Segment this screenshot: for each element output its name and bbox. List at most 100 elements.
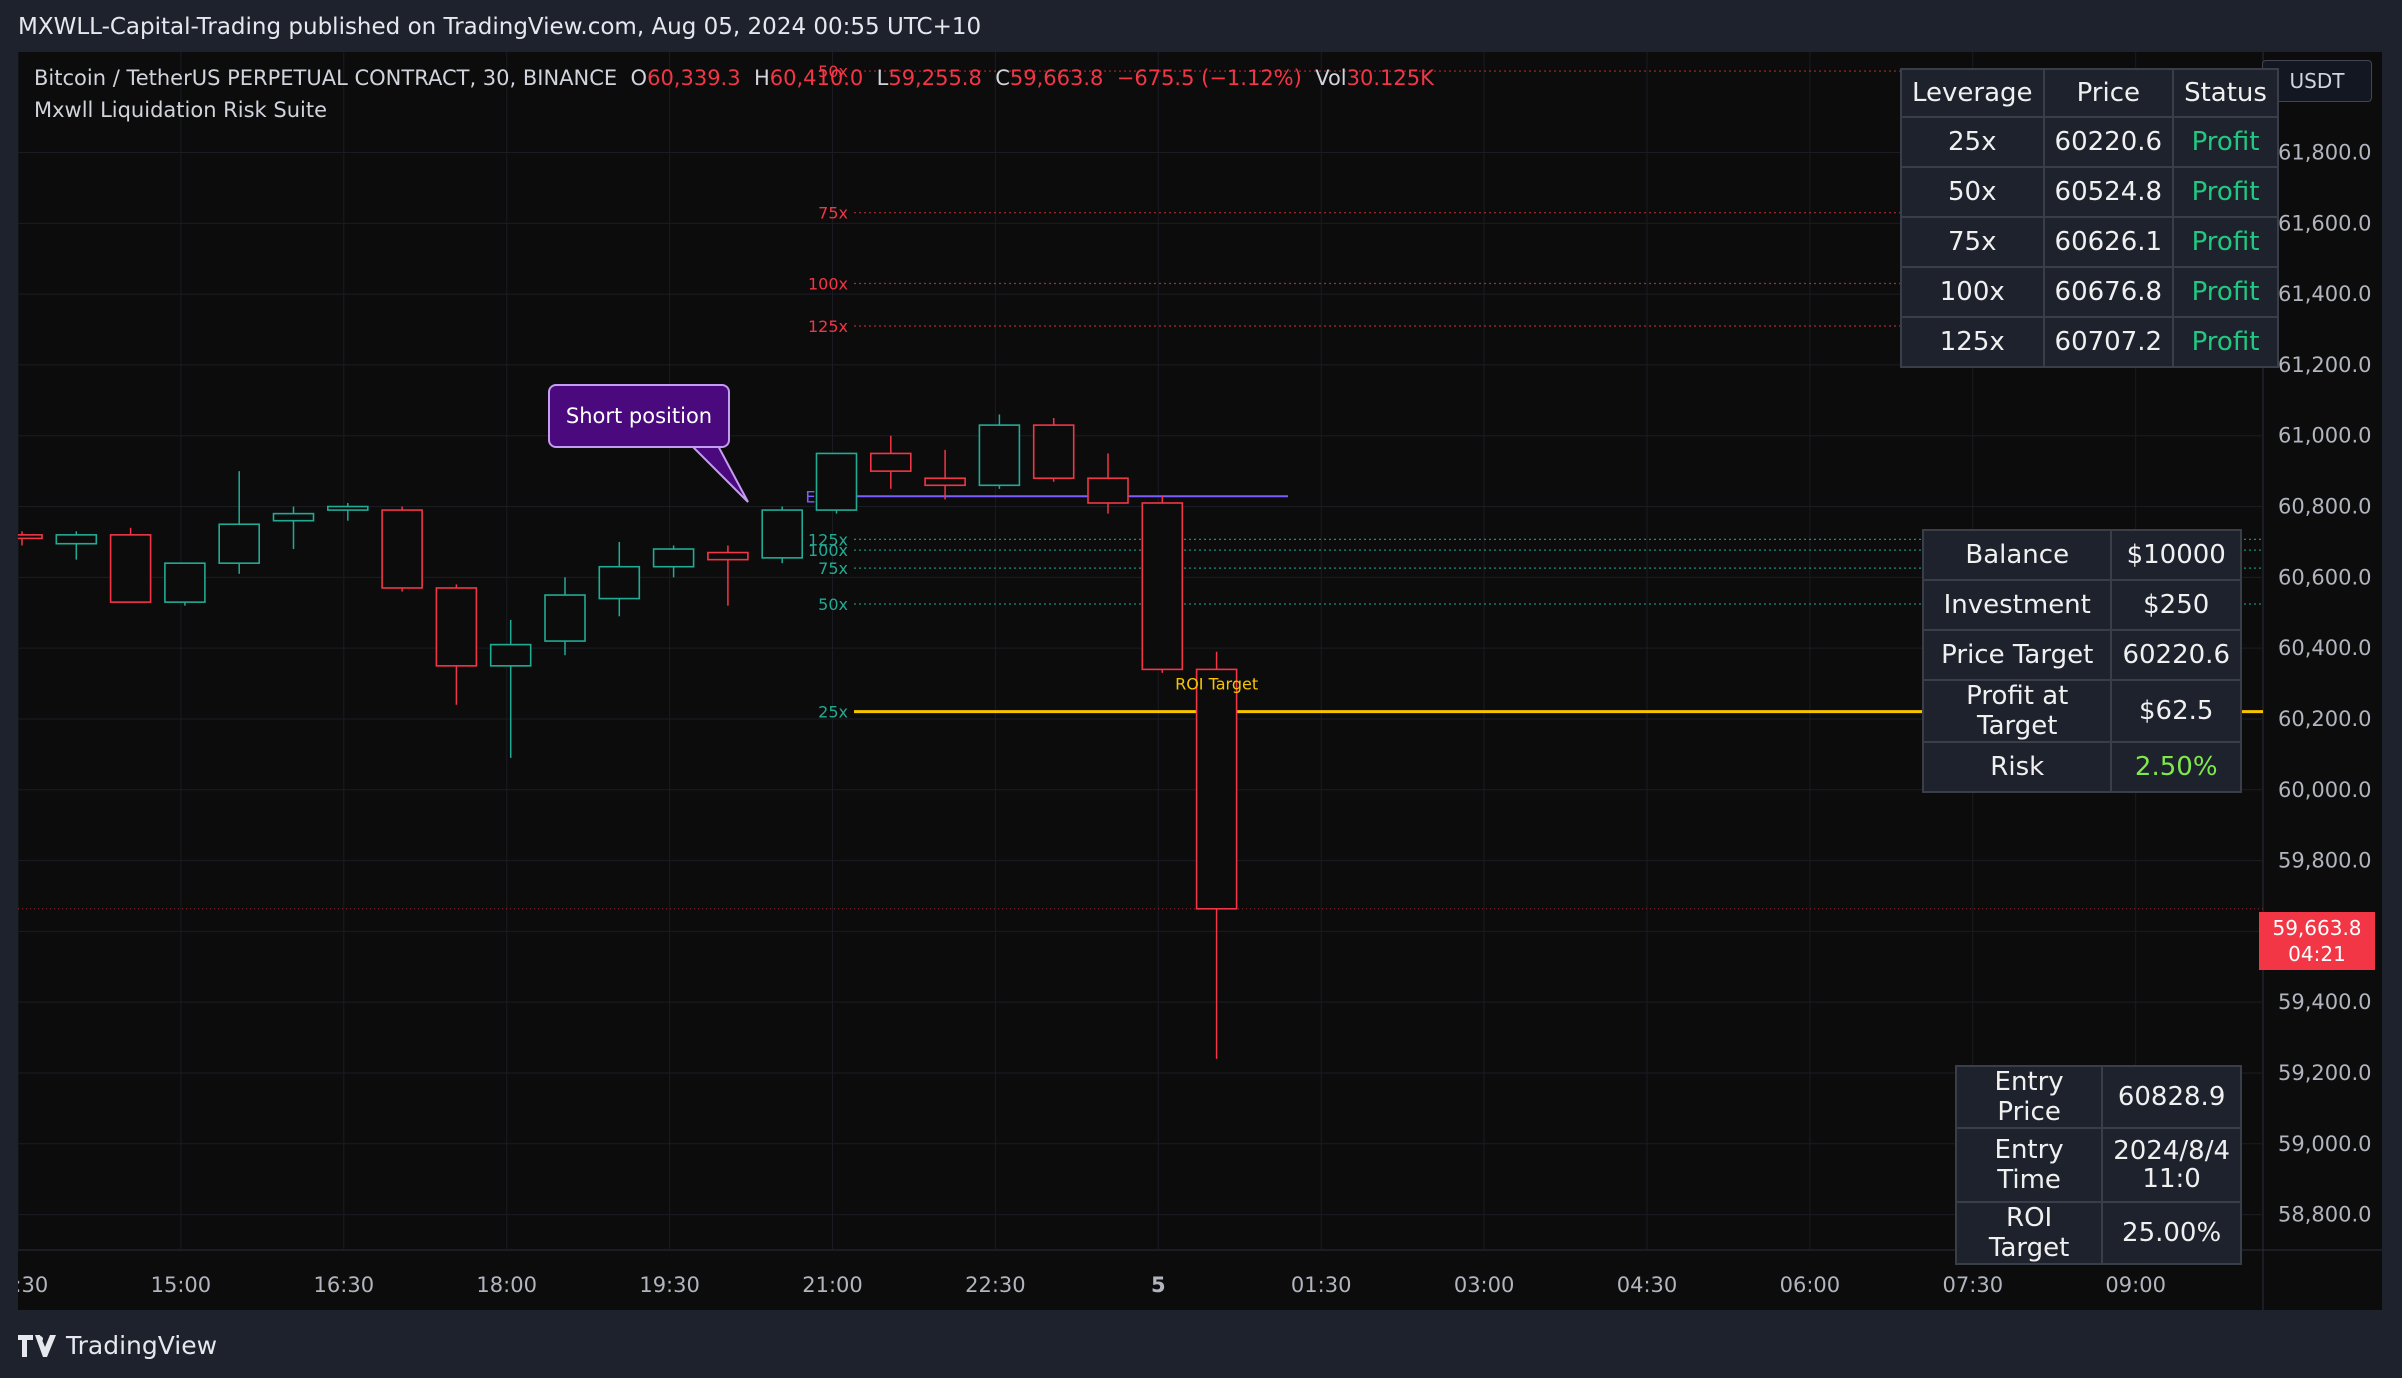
- x-tick-label: 04:30: [1617, 1273, 1678, 1297]
- price-target-label: Price Target: [1921, 629, 2113, 681]
- table-row: Profit at Target $62.5: [1921, 679, 2242, 743]
- candle-body: [544, 594, 586, 642]
- table-row: 25x 60220.6 Profit: [1900, 116, 2279, 168]
- status-cell: Profit: [2172, 266, 2279, 318]
- candle-body: [18, 534, 43, 540]
- x-tick-label: 01:30: [1291, 1273, 1352, 1297]
- profit-at-target-label: Profit at Target: [1921, 679, 2113, 743]
- publish-line: MXWLL-Capital-Trading published on Tradi…: [18, 14, 982, 40]
- close-label: C: [995, 66, 1010, 90]
- risk-value: 2.50%: [2110, 741, 2242, 793]
- x-tick-label: 06:00: [1780, 1273, 1841, 1297]
- candle-body: [1087, 477, 1129, 504]
- x-tick-label: 15:00: [151, 1273, 212, 1297]
- short-liquidation-label: 100x: [808, 274, 848, 293]
- status-cell: Profit: [2172, 166, 2279, 218]
- table-row: ROI Target 25.00%: [1954, 1201, 2242, 1265]
- entry-table: Entry Price 60828.9 Entry Time 2024/8/4 …: [1954, 1065, 2242, 1265]
- liquidation-level-label: 50x: [818, 595, 848, 614]
- risk-label: Risk: [1921, 741, 2113, 793]
- y-tick-label: 59,800.0: [2278, 849, 2372, 873]
- bar-countdown: 04:21: [2288, 942, 2346, 966]
- candle-body: [1141, 502, 1184, 671]
- candle-body: [652, 548, 695, 568]
- y-tick-label: 58,800.0: [2278, 1203, 2372, 1227]
- y-tick-label: 59,400.0: [2278, 990, 2372, 1014]
- last-price-label: 59,663.8 04:21: [2259, 912, 2375, 970]
- tradingview-logo-icon: [18, 1334, 56, 1357]
- investment-value: $250: [2110, 579, 2242, 631]
- low-value: 59,255.8: [888, 66, 982, 90]
- high-label: H: [753, 66, 770, 90]
- candle-body: [489, 643, 532, 667]
- price-cell: 60707.2: [2042, 316, 2175, 368]
- candle-body: [55, 534, 98, 545]
- balance-value: $10000: [2110, 529, 2242, 581]
- table-row: Investment $250: [1921, 579, 2242, 631]
- y-tick-label: 59,000.0: [2278, 1132, 2372, 1156]
- price-cell: 60626.1: [2042, 216, 2175, 268]
- x-tick-label: 16:30: [314, 1273, 375, 1297]
- table-row: Entry Price 60828.9: [1954, 1065, 2242, 1129]
- table-row: 75x 60626.1 Profit: [1900, 216, 2279, 268]
- candle-body: [109, 534, 152, 603]
- tradingview-brand: TradingView: [66, 1331, 218, 1360]
- last-price-value: 59,663.8: [2272, 916, 2362, 940]
- table-row: Entry Time 2024/8/4 11:0: [1954, 1127, 2242, 1203]
- candle-body: [381, 509, 423, 589]
- x-tick-label: 22:30: [965, 1273, 1026, 1297]
- status-cell: Profit: [2172, 116, 2279, 168]
- indicator-title[interactable]: Mxwll Liquidation Risk Suite: [34, 98, 327, 122]
- table-row: 100x 60676.8 Profit: [1900, 266, 2279, 318]
- callout-pointer: [685, 441, 749, 503]
- price-cell: 60220.6: [2042, 116, 2175, 168]
- roi-target-value: 25.00%: [2101, 1201, 2242, 1265]
- y-tick-label: 60,200.0: [2278, 707, 2372, 731]
- y-tick-label: 61,400.0: [2278, 282, 2372, 306]
- x-tick-label: 18:00: [476, 1273, 537, 1297]
- y-tick-label: 61,000.0: [2278, 424, 2372, 448]
- roi-target-label: ROI Target: [1175, 675, 1258, 694]
- symbol-legend: Bitcoin / TetherUS PERPETUAL CONTRACT, 3…: [34, 66, 1434, 90]
- roi-target-label: ROI Target: [1954, 1201, 2104, 1265]
- price-target-value: 60220.6: [2110, 629, 2242, 681]
- leverage-cell: 125x: [1900, 316, 2045, 368]
- tradingview-logo[interactable]: TradingView: [18, 1331, 217, 1360]
- candle-body: [761, 509, 804, 559]
- candle-body: [815, 452, 858, 511]
- table-row: 125x 60707.2 Profit: [1900, 316, 2279, 368]
- low-label: L: [876, 66, 889, 90]
- price-cell: 60676.8: [2042, 266, 2175, 318]
- price-cell: 60524.8: [2042, 166, 2175, 218]
- y-tick-label: 60,800.0: [2278, 495, 2372, 519]
- candle-body: [218, 523, 260, 564]
- close-value: 59,663.8: [1009, 66, 1104, 90]
- candle-body: [164, 562, 206, 603]
- candle-body: [326, 505, 369, 511]
- y-tick-label: 59,200.0: [2278, 1061, 2372, 1085]
- investment-label: Investment: [1921, 579, 2113, 631]
- leverage-cell: 100x: [1900, 266, 2045, 318]
- volume-value: 30.125K: [1346, 66, 1434, 90]
- candle-body: [1195, 668, 1238, 910]
- x-tick-label: 09:00: [2105, 1273, 2166, 1297]
- x-tick-label: 21:00: [802, 1273, 863, 1297]
- y-tick-label: 61,200.0: [2278, 353, 2372, 377]
- volume-label: Vol: [1315, 66, 1347, 90]
- table-row: Price Target 60220.6: [1921, 629, 2242, 681]
- candle-body: [869, 452, 912, 472]
- short-liquidation-label: 75x: [818, 204, 848, 223]
- leverage-cell: 25x: [1900, 116, 2045, 168]
- table-row: Risk 2.50%: [1921, 741, 2242, 793]
- price-header: Price: [2042, 68, 2175, 118]
- y-tick-label: 61,600.0: [2278, 211, 2372, 235]
- status-cell: Profit: [2172, 216, 2279, 268]
- change-value: −675.5 (−1.12%): [1116, 66, 1302, 90]
- candle-body: [272, 512, 315, 522]
- entry-price-value: 60828.9: [2101, 1065, 2242, 1129]
- leverage-cell: 50x: [1900, 166, 2045, 218]
- leverage-cell: 75x: [1900, 216, 2045, 268]
- publish-bar: MXWLL-Capital-Trading published on Tradi…: [0, 0, 2402, 52]
- x-tick-label: 07:30: [1943, 1273, 2004, 1297]
- balance-label: Balance: [1921, 529, 2113, 581]
